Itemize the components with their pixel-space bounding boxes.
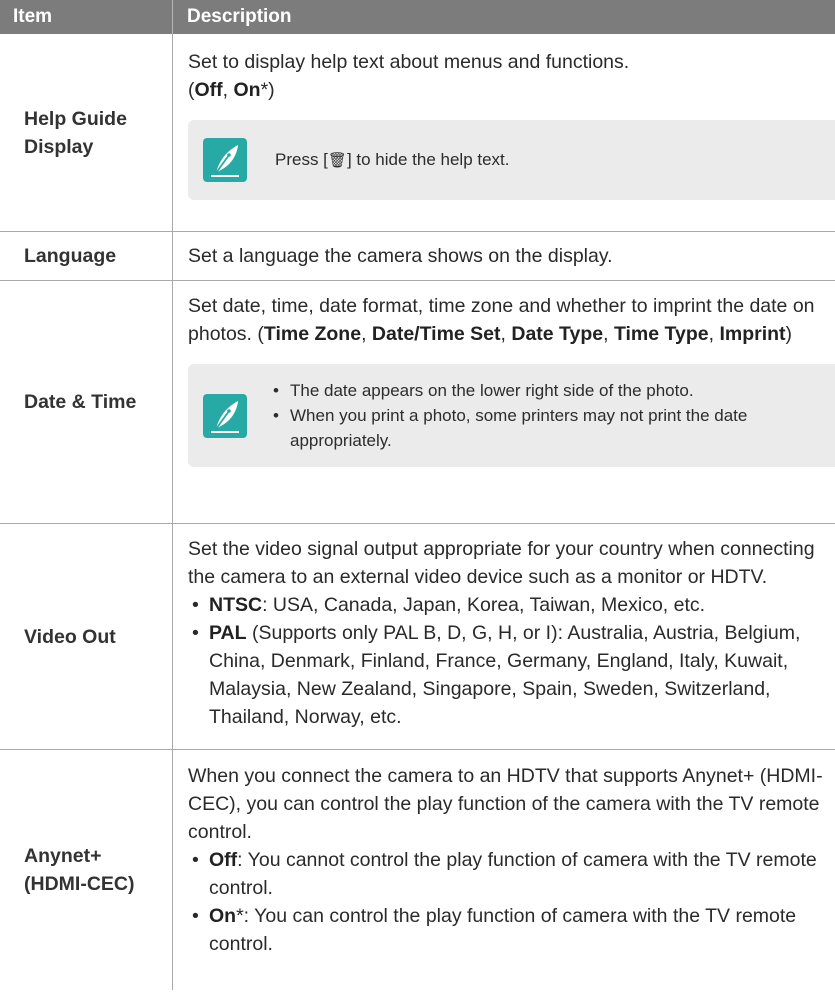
item-cell: Date & Time (24, 391, 137, 413)
note-suffix: ] to hide the help text. (346, 150, 510, 169)
item-name-line1: Help Guide (24, 107, 127, 130)
settings-table: Item Description Help Guide Display Set … (0, 0, 835, 990)
note-box: Press [🗑] to hide the help text. (188, 120, 835, 200)
description-text: Set date, time, date format, time zone a… (188, 292, 835, 348)
item-cell: Anynet+ (HDMI-CEC) (0, 750, 172, 990)
table-row: Anynet+ (HDMI-CEC) When you connect the … (0, 750, 835, 990)
bullet-term: Off (209, 849, 238, 871)
item-cell: Language (24, 245, 117, 267)
note-prefix: Press [ (275, 150, 328, 169)
table-row: Language Set a language the camera shows… (0, 232, 835, 281)
list-item: On*: You can control the play function o… (188, 902, 835, 958)
list-item: PAL (Supports only PAL B, D, G, H, or I)… (188, 619, 835, 731)
description-cell: Set a language the camera shows on the d… (172, 232, 835, 280)
note-bullet: The date appears on the lower right side… (273, 378, 835, 403)
item-name-line1: Anynet+ (24, 845, 102, 867)
bullet-text: : USA, Canada, Japan, Korea, Taiwan, Mex… (262, 594, 706, 616)
item-name-line2: (HDMI-CEC) (24, 873, 135, 895)
description-cell: Set the video signal output appropriate … (172, 524, 835, 749)
trash-icon: 🗑 (327, 152, 347, 169)
table-row: Video Out Set the video signal output ap… (0, 524, 835, 750)
option-time-type: Time Type (613, 323, 709, 345)
separator: , (361, 323, 372, 345)
separator: , (708, 323, 720, 345)
bullet-term: On (209, 905, 237, 927)
item-name-line2: Display (24, 135, 94, 158)
option-imprint: Imprint (719, 323, 786, 345)
note-pen-icon (203, 138, 247, 182)
note-text: Press [🗑] to hide the help text. (275, 147, 510, 173)
option-time-zone: Time Zone (263, 323, 362, 345)
bullet-list: NTSC: USA, Canada, Japan, Korea, Taiwan,… (188, 591, 835, 731)
description-cell: When you connect the camera to an HDTV t… (172, 750, 835, 990)
table-header: Item Description (0, 0, 835, 34)
description-text: Set the video signal output appropriate … (188, 538, 815, 588)
header-item: Item (13, 6, 53, 27)
item-cell: Help Guide Display (0, 34, 172, 231)
separator: , (500, 323, 512, 345)
table-row: Date & Time Set date, time, date format,… (0, 281, 835, 524)
bullet-list: Off: You cannot control the play functio… (188, 846, 835, 958)
separator: , (603, 323, 614, 345)
bullet-text: : You cannot control the play function o… (209, 849, 817, 899)
note-pen-icon (203, 393, 247, 438)
options-text: (Off, On*) (188, 76, 835, 104)
separator: , (222, 79, 234, 101)
description-cell: Set date, time, date format, time zone a… (172, 281, 835, 523)
list-item: NTSC: USA, Canada, Japan, Korea, Taiwan,… (188, 591, 835, 619)
paren-close: ) (785, 323, 793, 345)
header-description: Description (172, 0, 835, 34)
item-cell: Video Out (24, 625, 116, 648)
bullet-text: *: You can control the play function of … (209, 905, 797, 955)
bullet-term: PAL (209, 622, 247, 644)
paren-close: *) (260, 79, 275, 101)
description-text: Set a language the camera shows on the d… (188, 245, 613, 267)
description-text: When you connect the camera to an HDTV t… (188, 765, 823, 843)
description-cell: Set to display help text about menus and… (172, 34, 835, 231)
option-date-time-set: Date/Time Set (371, 323, 501, 345)
bullet-text: (Supports only PAL B, D, G, H, or I): Au… (209, 622, 801, 728)
option-date-type: Date Type (511, 323, 604, 345)
note-box: The date appears on the lower right side… (188, 364, 835, 467)
bullet-term: NTSC (209, 594, 263, 616)
table-row: Help Guide Display Set to display help t… (0, 34, 835, 232)
description-text: Set to display help text about menus and… (188, 51, 630, 73)
list-item: Off: You cannot control the play functio… (188, 846, 835, 902)
note-text: The date appears on the lower right side… (273, 378, 835, 453)
note-bullet: When you print a photo, some printers ma… (273, 403, 835, 453)
option-on: On (233, 79, 261, 101)
option-off: Off (194, 79, 223, 101)
